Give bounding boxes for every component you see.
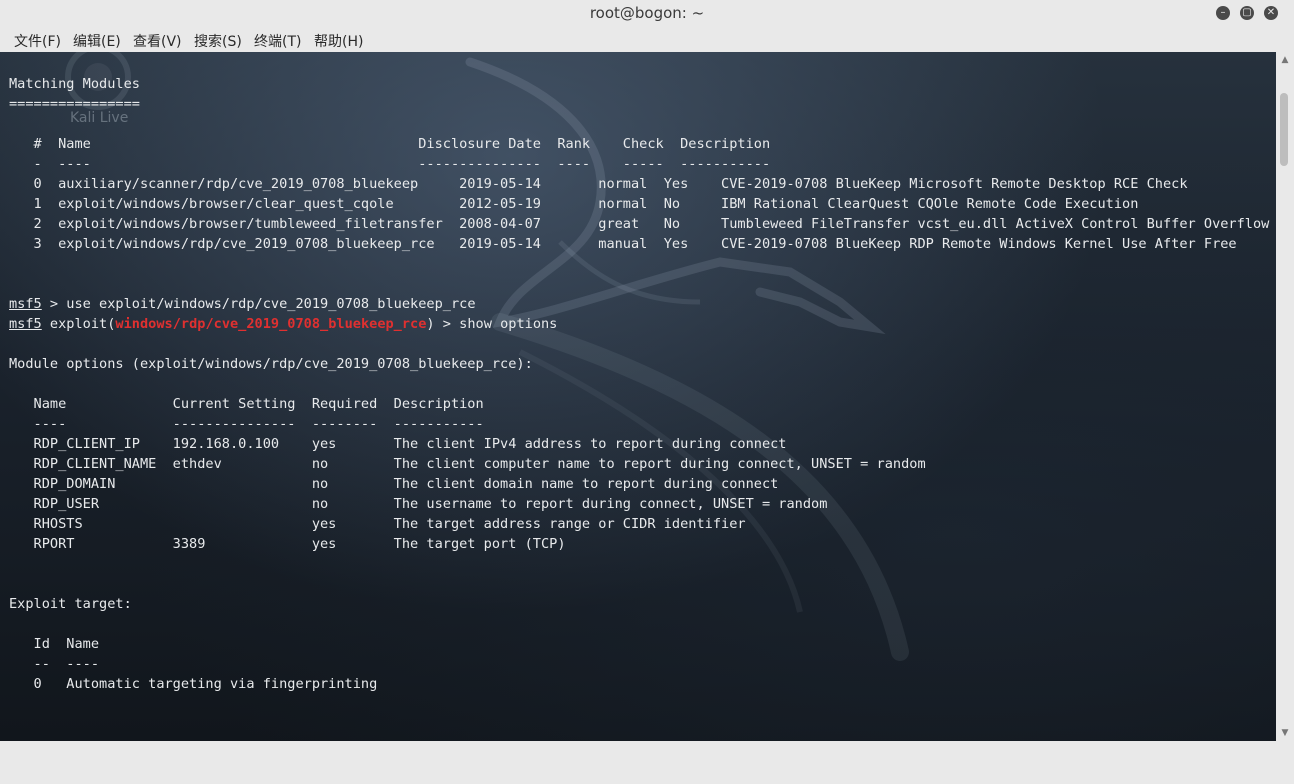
terminal-line: 0 Automatic targeting via fingerprinting [9, 674, 378, 694]
line-text: RDP_CLIENT_NAME ethdev no The client com… [9, 456, 926, 472]
terminal-output[interactable]: Kali Live Matching Modules ==============… [0, 52, 1276, 741]
maximize-icon[interactable]: ▢ [1240, 6, 1254, 20]
close-icon[interactable]: ✕ [1264, 6, 1278, 20]
terminal-line: RDP_CLIENT_NAME ethdev no The client com… [9, 454, 926, 474]
line-text: # Name Disclosure Date Rank Check Descri… [9, 136, 771, 152]
title-bar: root@bogon: ~ – ▢ ✕ [0, 0, 1294, 27]
terminal-line: RDP_DOMAIN no The client domain name to … [9, 474, 779, 494]
line-text: > use exploit/windows/rdp/cve_2019_0708_… [41, 296, 476, 312]
terminal-line: - ---- --------------- ---- ----- ------… [9, 154, 771, 174]
line-text: -- ---- [9, 656, 100, 672]
line-text: 0 auxiliary/scanner/rdp/cve_2019_0708_bl… [9, 176, 1188, 192]
scroll-thumb[interactable] [1280, 93, 1288, 166]
terminal-line: ================ [9, 94, 140, 114]
terminal-line: Module options (exploit/windows/rdp/cve_… [9, 354, 533, 374]
line-text: 0 Automatic targeting via fingerprinting [9, 676, 378, 692]
terminal-line: Name Current Setting Required Descriptio… [9, 394, 484, 414]
terminal-line: ---- --------------- -------- ----------… [9, 414, 484, 434]
line-text: ================ [9, 96, 140, 112]
line-text: Exploit target: [9, 596, 132, 612]
line-text: ) > show options [426, 316, 558, 332]
active-module-name: windows/rdp/cve_2019_0708_bluekeep_rce [115, 316, 427, 332]
terminal-line: 1 exploit/windows/browser/clear_quest_cq… [9, 194, 1139, 214]
line-text: RDP_USER no The username to report durin… [9, 496, 828, 512]
vertical-scrollbar[interactable]: ▲ ▼ [1276, 52, 1294, 741]
line-text: RPORT 3389 yes The target port (TCP) [9, 536, 566, 552]
menu-file[interactable]: 文件(F) [14, 31, 61, 51]
window-bottom-frame [0, 741, 1294, 784]
msf-prompt: msf5 [9, 316, 42, 332]
menu-view[interactable]: 查看(V) [133, 31, 182, 51]
line-text: RDP_CLIENT_IP 192.168.0.100 yes The clie… [9, 436, 787, 452]
menu-bar: 文件(F) 编辑(E) 查看(V) 搜索(S) 终端(T) 帮助(H) [0, 27, 1294, 52]
terminal-line: RDP_CLIENT_IP 192.168.0.100 yes The clie… [9, 434, 787, 454]
terminal-line: msf5 > use exploit/windows/rdp/cve_2019_… [9, 294, 476, 314]
terminal-line: Exploit target: [9, 594, 132, 614]
menu-help[interactable]: 帮助(H) [314, 31, 363, 51]
terminal-line: RPORT 3389 yes The target port (TCP) [9, 534, 566, 554]
line-text: RHOSTS yes The target address range or C… [9, 516, 746, 532]
line-text: Name Current Setting Required Descriptio… [9, 396, 484, 412]
minimize-icon[interactable]: – [1216, 6, 1230, 20]
scroll-up-icon[interactable]: ▲ [1279, 55, 1291, 65]
terminal-line: -- ---- [9, 654, 99, 674]
terminal-line: msf5 exploit(windows/rdp/cve_2019_0708_b… [9, 314, 557, 334]
terminal-line: Id Name [9, 634, 99, 654]
line-text: 1 exploit/windows/browser/clear_quest_cq… [9, 196, 1139, 212]
terminal-line: 3 exploit/windows/rdp/cve_2019_0708_blue… [9, 234, 1237, 254]
line-text: Id Name [9, 636, 100, 652]
terminal-line: RHOSTS yes The target address range or C… [9, 514, 746, 534]
menu-edit[interactable]: 编辑(E) [73, 31, 121, 51]
menu-search[interactable]: 搜索(S) [194, 31, 242, 51]
window-title: root@bogon: ~ [589, 4, 705, 22]
line-text: Module options (exploit/windows/rdp/cve_… [9, 356, 533, 372]
line-text: ---- --------------- -------- ----------… [9, 416, 484, 432]
terminal-line: # Name Disclosure Date Rank Check Descri… [9, 134, 771, 154]
line-text: 2 exploit/windows/browser/tumbleweed_fil… [9, 216, 1270, 232]
prompt-prefix: exploit( [41, 316, 116, 332]
line-text: 3 exploit/windows/rdp/cve_2019_0708_blue… [9, 236, 1237, 252]
terminal-line: RDP_USER no The username to report durin… [9, 494, 828, 514]
line-text: - ---- --------------- ---- ----- ------… [9, 156, 771, 172]
line-text: RDP_DOMAIN no The client domain name to … [9, 476, 779, 492]
scroll-down-icon[interactable]: ▼ [1279, 728, 1291, 738]
terminal-line: Matching Modules [9, 74, 140, 94]
terminal-line: 0 auxiliary/scanner/rdp/cve_2019_0708_bl… [9, 174, 1188, 194]
msf-prompt: msf5 [9, 296, 42, 312]
line-text: Matching Modules [9, 76, 140, 92]
terminal-line: 2 exploit/windows/browser/tumbleweed_fil… [9, 214, 1270, 234]
menu-terminal[interactable]: 终端(T) [254, 31, 301, 51]
